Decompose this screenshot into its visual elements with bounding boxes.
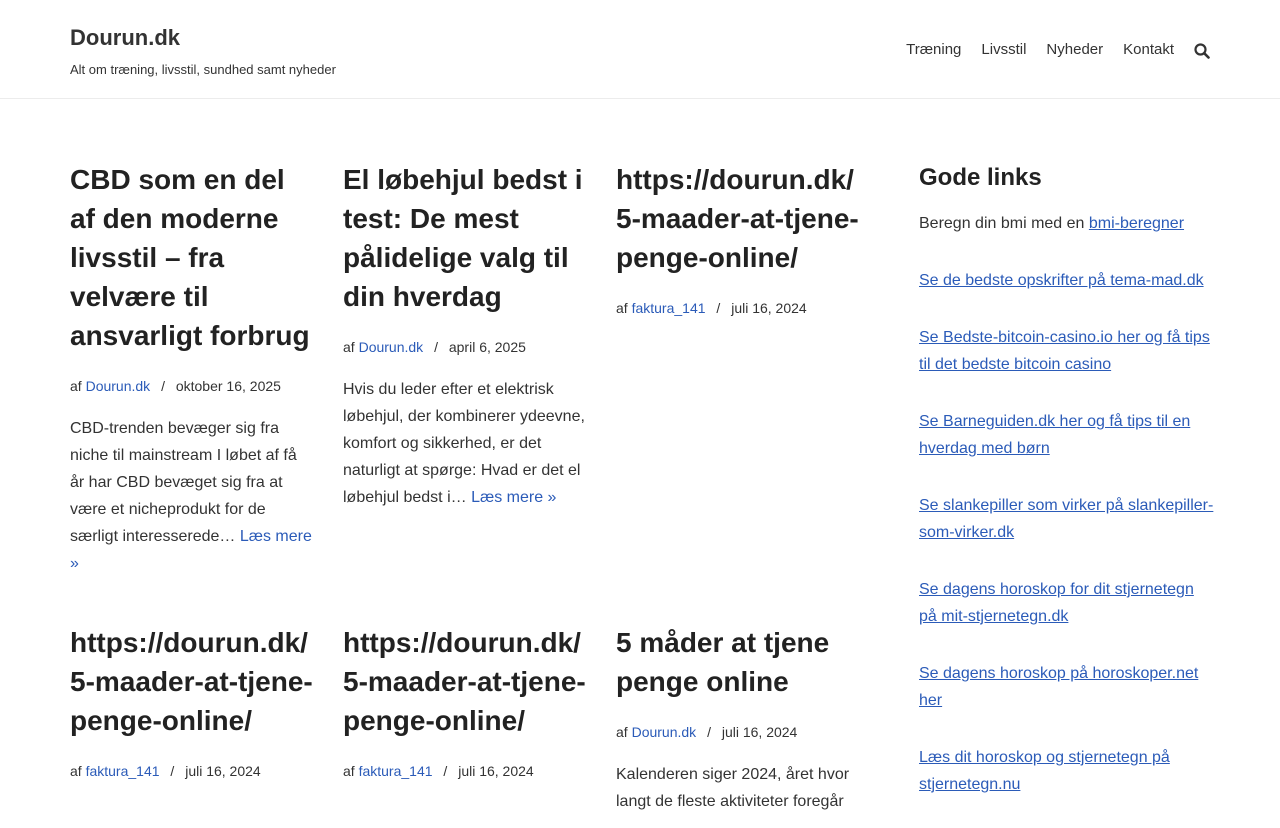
- post-meta: af faktura_141 / juli 16, 2024: [343, 762, 588, 780]
- sidebar-link-item: Beregn din bmi med en bmi-beregner: [919, 210, 1214, 237]
- sidebar-link-item: Se Barneguiden.dk her og få tips til en …: [919, 408, 1214, 462]
- nav-item-nyheder[interactable]: Nyheder: [1046, 40, 1103, 60]
- byline-prefix: af: [616, 300, 628, 316]
- post-excerpt-text: Hvis du leder efter et elektrisk løbehju…: [343, 381, 585, 506]
- site-header: Dourun.dk Alt om træning, livsstil, sund…: [0, 0, 1280, 99]
- byline-prefix: af: [616, 724, 628, 740]
- sidebar-link-item: Se dagens horoskop på horoskoper.net her: [919, 660, 1214, 714]
- post-date: oktober 16, 2025: [175, 378, 281, 394]
- post-title[interactable]: https://dourun.dk/ 5-maader-at-tjene-pen…: [616, 160, 861, 277]
- sidebar-link[interactable]: Se slankepiller som virker på slankepill…: [919, 497, 1213, 541]
- byline-prefix: af: [70, 378, 82, 394]
- post-author-link[interactable]: Dourun.dk: [86, 378, 151, 394]
- post-title[interactable]: CBD som en del af den moderne livsstil –…: [70, 160, 315, 355]
- nav-item-livsstil[interactable]: Livsstil: [981, 40, 1026, 60]
- nav-item-traening[interactable]: Træning: [906, 40, 961, 60]
- post-date: juli 16, 2024: [458, 763, 534, 779]
- post-excerpt-text: CBD-trenden bevæger sig fra niche til ma…: [70, 420, 297, 545]
- post-date: juli 16, 2024: [185, 763, 261, 779]
- meta-separator: /: [170, 763, 175, 779]
- post-card: El løbehjul bedst i test: De mest pålide…: [343, 160, 588, 511]
- meta-separator: /: [443, 763, 448, 779]
- post-author-link[interactable]: faktura_141: [632, 300, 706, 316]
- post-meta: af Dourun.dk / april 6, 2025: [343, 338, 588, 356]
- sidebar-link[interactable]: Se dagens horoskop for dit stjernetegn p…: [919, 581, 1194, 625]
- post-author-link[interactable]: Dourun.dk: [632, 724, 697, 740]
- meta-separator: /: [161, 378, 165, 394]
- meta-separator: /: [707, 724, 711, 740]
- post-excerpt: Hvis du leder efter et elektrisk løbehju…: [343, 376, 588, 511]
- sidebar-link-item: Se de bedste opskrifter på tema-mad.dk: [919, 267, 1214, 294]
- post-excerpt-text: Kalenderen siger 2024, året hvor langt d…: [616, 766, 850, 810]
- post-author-link[interactable]: faktura_141: [86, 763, 160, 779]
- read-more-link[interactable]: Læs mere »: [471, 489, 556, 506]
- sidebar: Gode links Beregn din bmi med en bmi-ber…: [919, 162, 1214, 828]
- byline-prefix: af: [70, 763, 82, 779]
- sidebar-link-prefix: Beregn din bmi med en: [919, 215, 1089, 232]
- post-title[interactable]: 5 måder at tjene penge online: [616, 623, 861, 701]
- byline-prefix: af: [343, 763, 355, 779]
- nav-item-kontakt[interactable]: Kontakt: [1123, 40, 1174, 60]
- post-title[interactable]: El løbehjul bedst i test: De mest pålide…: [343, 160, 588, 316]
- sidebar-link-item: Se Bedste-bitcoin-casino.io her og få ti…: [919, 324, 1214, 378]
- sidebar-link[interactable]: Se dagens horoskop på horoskoper.net her: [919, 665, 1198, 709]
- post-card: https://dourun.dk/ 5-maader-at-tjene-pen…: [70, 623, 315, 780]
- sidebar-link[interactable]: Læs dit horoskop og stjernetegn på stjer…: [919, 749, 1170, 793]
- post-excerpt: Kalenderen siger 2024, året hvor langt d…: [616, 761, 861, 815]
- post-card: 5 måder at tjene penge online af Dourun.…: [616, 623, 861, 815]
- meta-separator: /: [434, 339, 438, 355]
- sidebar-link-item: Se dagens horoskop for dit stjernetegn p…: [919, 576, 1214, 630]
- post-meta: af faktura_141 / juli 16, 2024: [616, 299, 861, 317]
- brand: Dourun.dk Alt om træning, livsstil, sund…: [70, 24, 336, 77]
- post-card: https://dourun.dk/ 5-maader-at-tjene-pen…: [343, 623, 588, 780]
- search-icon[interactable]: [1194, 43, 1210, 59]
- post-author-link[interactable]: faktura_141: [359, 763, 433, 779]
- post-meta: af Dourun.dk / juli 16, 2024: [616, 723, 861, 741]
- sidebar-link-item: Læs dit horoskop og stjernetegn på stjer…: [919, 744, 1214, 798]
- post-meta: af Dourun.dk / oktober 16, 2025: [70, 377, 315, 395]
- meta-separator: /: [716, 300, 721, 316]
- site-title[interactable]: Dourun.dk: [70, 24, 336, 52]
- post-card: https://dourun.dk/ 5-maader-at-tjene-pen…: [616, 160, 861, 317]
- byline-prefix: af: [343, 339, 355, 355]
- widget-title: Gode links: [919, 164, 1042, 191]
- sidebar-link[interactable]: Se de bedste opskrifter på tema-mad.dk: [919, 272, 1204, 289]
- post-excerpt: CBD-trenden bevæger sig fra niche til ma…: [70, 415, 315, 577]
- sidebar-link[interactable]: Se Barneguiden.dk her og få tips til en …: [919, 413, 1190, 457]
- sidebar-link-item: Se slankepiller som virker på slankepill…: [919, 492, 1214, 546]
- post-date: juli 16, 2024: [731, 300, 807, 316]
- post-meta: af faktura_141 / juli 16, 2024: [70, 762, 315, 780]
- post-author-link[interactable]: Dourun.dk: [359, 339, 424, 355]
- sidebar-link[interactable]: Se Bedste-bitcoin-casino.io her og få ti…: [919, 329, 1210, 373]
- post-title[interactable]: https://dourun.dk/ 5-maader-at-tjene-pen…: [70, 623, 315, 740]
- site-tagline: Alt om træning, livsstil, sundhed samt n…: [70, 62, 336, 77]
- main-nav: Træning Livsstil Nyheder Kontakt: [886, 40, 1210, 60]
- bmi-link[interactable]: bmi-beregner: [1089, 215, 1184, 232]
- post-card: CBD som en del af den moderne livsstil –…: [70, 160, 315, 577]
- post-date: juli 16, 2024: [721, 724, 798, 740]
- post-date: april 6, 2025: [448, 339, 526, 355]
- post-title[interactable]: https://dourun.dk/ 5-maader-at-tjene-pen…: [343, 623, 588, 740]
